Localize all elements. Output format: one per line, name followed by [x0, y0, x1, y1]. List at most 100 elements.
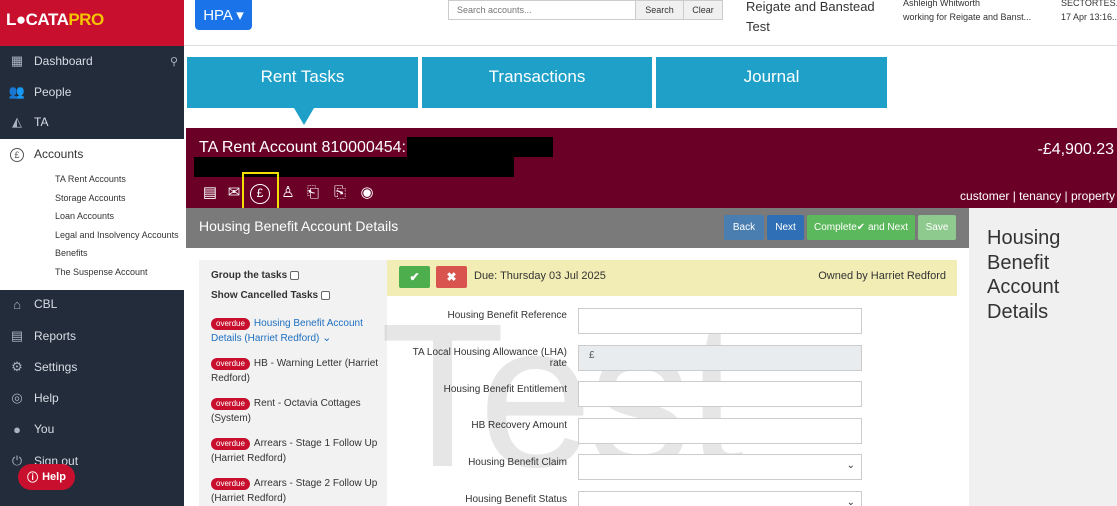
- sidebar-item-reports[interactable]: ▤ Reports: [0, 321, 184, 351]
- locata-logo[interactable]: L●CATAPRO: [0, 0, 184, 46]
- tab-rent-tasks[interactable]: Rent Tasks: [187, 57, 418, 108]
- search-button[interactable]: Search: [635, 0, 684, 20]
- sidebar-item-label: Settings: [34, 360, 78, 374]
- task-owner: Owned by Harriet Redford: [818, 270, 946, 282]
- active-tab-pointer: [294, 108, 314, 125]
- lifebuoy-icon: ◎: [11, 390, 23, 405]
- overdue-badge: overdue: [211, 478, 250, 490]
- submenu-item-suspense-account[interactable]: The Suspense Account: [55, 267, 148, 277]
- people-icon: 👥: [8, 84, 26, 99]
- user-icon: ●: [13, 421, 21, 437]
- task-item[interactable]: overdue Arrears - Stage 2 Follow Up (Harr…: [211, 476, 381, 506]
- chevron-down-icon[interactable]: ⌄: [322, 332, 331, 344]
- hpa-dropdown-button[interactable]: HPA ▾: [195, 0, 252, 30]
- save-button[interactable]: Save: [918, 215, 956, 240]
- reject-x-button[interactable]: ✖: [436, 266, 467, 288]
- help-button-label: Help: [42, 471, 66, 483]
- overdue-badge: overdue: [211, 438, 250, 450]
- field-label: HB Recovery Amount: [471, 420, 567, 431]
- user-circle-icon[interactable]: ◉: [357, 182, 377, 204]
- sidebar-item-dashboard[interactable]: ▦ Dashboard ⚲: [0, 46, 184, 76]
- help-button[interactable]: ⓘ Help: [18, 464, 75, 490]
- council-name: Reigate and Banstead Test: [746, 0, 875, 34]
- close-icon: ✖: [446, 270, 457, 284]
- group-tasks-toggle[interactable]: Group the tasks: [211, 270, 300, 281]
- question-circle-icon: ⓘ: [27, 472, 39, 484]
- sector-code: SECTORTES...: [1061, 0, 1117, 8]
- field-label: Housing Benefit Entitlement: [443, 384, 567, 395]
- sidebar-item-help[interactable]: ◎ Help: [0, 383, 184, 413]
- overdue-badge: overdue: [211, 318, 250, 330]
- clear-button[interactable]: Clear: [683, 0, 723, 20]
- group-tasks-checkbox[interactable]: [290, 270, 300, 280]
- sidebar-item-settings[interactable]: ⚙ Settings: [0, 352, 184, 382]
- lha-rate-input[interactable]: £: [578, 345, 862, 371]
- field-label: Housing Benefit Reference: [447, 310, 567, 321]
- back-button[interactable]: Back: [724, 215, 764, 240]
- pound-circle-icon: £: [0, 146, 34, 162]
- section-title: Housing Benefit Account Details: [199, 218, 399, 234]
- hb-status-select[interactable]: ⌄: [578, 491, 862, 506]
- sector-time: 17 Apr 13:16...: [1061, 12, 1117, 22]
- check-icon: ✔: [409, 270, 420, 284]
- hb-recovery-amount-input[interactable]: [578, 418, 862, 444]
- overdue-badge: overdue: [211, 358, 250, 370]
- task-item[interactable]: overdue Arrears - Stage 1 Follow Up (Harr…: [211, 436, 381, 466]
- task-item[interactable]: overdue Rent - Octavia Cottages (System): [211, 396, 381, 426]
- submenu-item-loan-accounts[interactable]: Loan Accounts: [55, 211, 114, 221]
- highlight-box: [242, 172, 279, 210]
- gear-icon: ⚙: [11, 359, 23, 374]
- account-title: TA Rent Account 810000454:: [199, 139, 406, 156]
- redacted-block: [407, 137, 553, 157]
- road-icon: ◭: [12, 114, 22, 129]
- clipboard-add-icon[interactable]: ⎗: [303, 182, 323, 204]
- ledger-icon[interactable]: ▤: [200, 182, 220, 204]
- submenu-item-benefits[interactable]: Benefits: [55, 248, 88, 258]
- field-label: Housing Benefit Status: [465, 494, 567, 505]
- tab-journal[interactable]: Journal: [656, 57, 887, 108]
- search-input[interactable]: [448, 0, 636, 20]
- person-pound-icon[interactable]: ♙: [278, 182, 298, 204]
- document-icon: ▤: [10, 328, 24, 343]
- sector-info: SECTORTES... 17 Apr 13:16...: [1061, 0, 1117, 24]
- accept-check-button[interactable]: ✔: [399, 266, 430, 288]
- sidebar-item-accounts[interactable]: £ Accounts: [0, 139, 184, 169]
- show-cancelled-label: Show Cancelled Tasks: [211, 290, 319, 301]
- submenu-item-ta-rent-accounts[interactable]: TA Rent Accounts: [55, 174, 126, 184]
- sidebar-item-label: Reports: [34, 329, 77, 343]
- account-balance: -£4,900.23: [1037, 141, 1114, 158]
- task-item[interactable]: overdue Housing Benefit Account Details (…: [211, 316, 381, 346]
- user-name: Ashleigh Whitworth: [903, 0, 981, 8]
- grid-icon: ▦: [10, 53, 24, 68]
- sidebar-item-ta[interactable]: ◭ TA: [0, 107, 184, 137]
- chevron-down-icon: ⌄: [846, 460, 855, 471]
- field-label: TA Local Housing Allowance (LHA) rate: [412, 347, 567, 369]
- task-item[interactable]: overdue HB - Warning Letter (Harriet Redf…: [211, 356, 381, 386]
- hb-reference-input[interactable]: [578, 308, 862, 334]
- submenu-item-storage-accounts[interactable]: Storage Accounts: [55, 193, 126, 203]
- show-cancelled-checkbox[interactable]: [321, 290, 331, 300]
- user-org: working for Reigate and Banst...: [903, 12, 1032, 22]
- home-icon: ⌂: [13, 296, 21, 312]
- hb-claim-select[interactable]: ⌄: [578, 454, 862, 480]
- submenu-item-legal-insolvency[interactable]: Legal and Insolvency Accounts: [55, 230, 179, 240]
- overdue-badge: overdue: [211, 398, 250, 410]
- sidebar-item-you[interactable]: ● You: [0, 414, 184, 444]
- sidebar-item-cbl[interactable]: ⌂ CBL: [0, 289, 184, 319]
- show-cancelled-toggle[interactable]: Show Cancelled Tasks: [211, 290, 331, 301]
- clipboard-check-icon[interactable]: ⎘: [330, 182, 350, 204]
- sidebar-item-people[interactable]: 👥 People: [0, 77, 184, 107]
- next-button[interactable]: Next: [767, 215, 804, 240]
- account-links[interactable]: customer | tenancy | property: [940, 189, 1115, 203]
- envelope-icon[interactable]: ✉: [224, 182, 244, 204]
- due-date: Due: Thursday 03 Jul 2025: [474, 270, 606, 282]
- pin-icon[interactable]: ⚲: [170, 55, 178, 68]
- complete-and-next-button[interactable]: Complete✔ and Next: [807, 215, 915, 240]
- tab-transactions[interactable]: Transactions: [422, 57, 652, 108]
- hb-entitlement-input[interactable]: [578, 381, 862, 407]
- sidebar-item-label: Help: [34, 391, 59, 405]
- sidebar-item-label: Dashboard: [34, 54, 93, 68]
- user-info[interactable]: Ashleigh Whitworth working for Reigate an…: [903, 0, 1043, 24]
- group-tasks-label: Group the tasks: [211, 270, 288, 281]
- right-panel-title: Housing Benefit Account Details: [987, 227, 1061, 323]
